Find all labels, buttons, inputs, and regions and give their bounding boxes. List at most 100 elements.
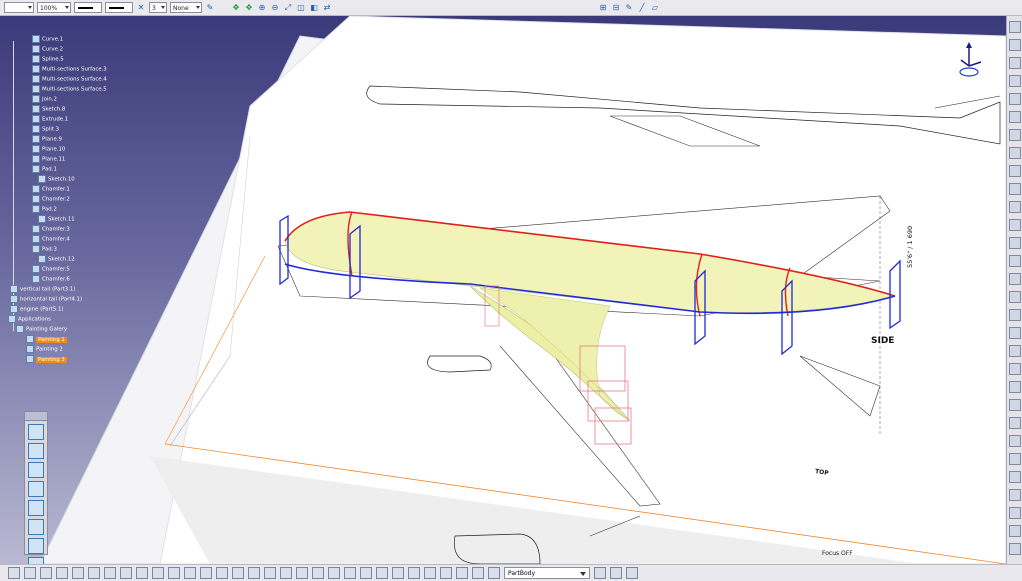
open-icon[interactable] xyxy=(24,567,36,579)
line-width-combo[interactable] xyxy=(4,2,34,13)
pan-icon[interactable] xyxy=(248,567,260,579)
paste-icon[interactable] xyxy=(104,567,116,579)
iso-view-icon[interactable] xyxy=(344,567,356,579)
bottom-view-icon[interactable] xyxy=(28,538,44,554)
named-views-icon[interactable] xyxy=(28,557,44,564)
rotate-icon[interactable] xyxy=(264,567,276,579)
paint-icon[interactable]: ✎ xyxy=(205,3,215,13)
tree-item-vertical-tail[interactable]: vertical tail (Part3.1) xyxy=(10,285,75,293)
multi-view-icon[interactable] xyxy=(328,567,340,579)
apply-material-icon[interactable] xyxy=(1009,417,1021,429)
tree-item-chamfer2[interactable]: Chamfer.2 xyxy=(32,195,70,203)
tree-item-mss3[interactable]: Multi-sections Surface.3 xyxy=(32,65,107,73)
pad-icon[interactable] xyxy=(1009,129,1021,141)
catalog-icon[interactable] xyxy=(408,567,420,579)
tree-item-pad3[interactable]: Pad.3 xyxy=(32,245,57,253)
shell-icon[interactable] xyxy=(1009,327,1021,339)
zoom-combo[interactable]: 100% xyxy=(37,2,71,13)
tree-item-curve1[interactable]: Curve.1 xyxy=(32,35,63,43)
tree-item-painting-galery[interactable]: Painting Galery xyxy=(16,325,67,333)
hide-show-icon[interactable]: ◧ xyxy=(309,3,319,13)
cut-icon[interactable] xyxy=(72,567,84,579)
line-icon[interactable]: ╱ xyxy=(637,3,647,13)
tree-item-sketch8[interactable]: Sketch.8 xyxy=(32,105,65,113)
tree-item-painting3[interactable]: Painting 3 xyxy=(26,355,67,363)
tree-item-chamfer1[interactable]: Chamfer.1 xyxy=(32,185,70,193)
layer-combo[interactable]: None xyxy=(170,2,202,13)
loft-icon[interactable] xyxy=(1009,219,1021,231)
thickness-icon[interactable] xyxy=(1009,345,1021,357)
tree-item-plane10[interactable]: Plane.10 xyxy=(32,145,65,153)
tree-item-applications[interactable]: Applications xyxy=(8,315,51,323)
tree-item-extrude1[interactable]: Extrude.1 xyxy=(32,115,68,123)
sketcher-icon[interactable] xyxy=(200,567,212,579)
tree-item-painting1[interactable]: Painting 1 xyxy=(26,335,67,343)
tree-item-split3[interactable]: Split.3 xyxy=(32,125,59,133)
line-type-combo[interactable] xyxy=(74,2,102,13)
sketch-icon[interactable] xyxy=(1009,21,1021,33)
pen-icon[interactable]: ✎ xyxy=(624,3,634,13)
comment-icon[interactable] xyxy=(184,567,196,579)
tree-item-pad1[interactable]: Pad.1 xyxy=(32,165,57,173)
copy-icon[interactable] xyxy=(88,567,100,579)
curve-icon[interactable] xyxy=(1009,93,1021,105)
mirror-icon[interactable] xyxy=(1009,363,1021,375)
analysis-icon[interactable] xyxy=(1009,453,1021,465)
zoom-in-icon[interactable] xyxy=(280,567,292,579)
left-view-icon[interactable] xyxy=(28,481,44,497)
shading-icon[interactable] xyxy=(360,567,372,579)
select-icon[interactable] xyxy=(488,567,500,579)
line-icon[interactable] xyxy=(1009,57,1021,69)
swap-visible-icon[interactable] xyxy=(392,567,404,579)
boolean-icon[interactable] xyxy=(610,567,622,579)
iso-view-icon[interactable] xyxy=(28,424,44,440)
3d-viewport[interactable]: SIDE TOP 55'6" / 1 690 Curve.1 Curve.2 S… xyxy=(0,16,1006,564)
join-icon[interactable] xyxy=(1009,237,1021,249)
parallelogram-icon[interactable]: ▱ xyxy=(650,3,660,13)
help-icon[interactable] xyxy=(152,567,164,579)
more-icon[interactable] xyxy=(1009,543,1021,555)
print-icon[interactable] xyxy=(56,567,68,579)
split-icon[interactable] xyxy=(1009,255,1021,267)
zoom-in-icon[interactable]: ⊕ xyxy=(257,3,267,13)
front-view-icon[interactable] xyxy=(28,443,44,459)
revolve-icon[interactable] xyxy=(1009,183,1021,195)
tree-item-plane9[interactable]: Plane.9 xyxy=(32,135,62,143)
zoom-out-icon[interactable] xyxy=(296,567,308,579)
tree-item-chamfer5[interactable]: Chamfer.5 xyxy=(32,265,70,273)
tree-item-mss4[interactable]: Multi-sections Surface.4 xyxy=(32,75,107,83)
view-icon[interactable]: ◫ xyxy=(296,3,306,13)
layer-count-combo[interactable]: 3 xyxy=(149,2,167,13)
compass-toggle-icon[interactable] xyxy=(1009,489,1021,501)
analysis-icon[interactable]: ⊟ xyxy=(611,3,621,13)
render-icon[interactable] xyxy=(1009,435,1021,447)
fillet-icon[interactable] xyxy=(1009,291,1021,303)
measure-icon[interactable] xyxy=(1009,399,1021,411)
tree-item-pad2[interactable]: Pad.2 xyxy=(32,205,57,213)
settings-icon[interactable] xyxy=(1009,507,1021,519)
fit-all-icon[interactable] xyxy=(232,567,244,579)
zoom-out-icon[interactable]: ⊖ xyxy=(270,3,280,13)
analysis-icon[interactable] xyxy=(424,567,436,579)
right-view-icon[interactable] xyxy=(28,500,44,516)
update-icon[interactable] xyxy=(626,567,638,579)
line-style-combo[interactable] xyxy=(105,2,133,13)
undo-icon[interactable] xyxy=(120,567,132,579)
spline-icon[interactable] xyxy=(1009,111,1021,123)
sweep-icon[interactable] xyxy=(1009,201,1021,213)
tree-item-horizontal-tail[interactable]: horizontal tail (Part4.1) xyxy=(10,295,82,303)
publish-icon[interactable] xyxy=(594,567,606,579)
save-icon[interactable] xyxy=(40,567,52,579)
tree-item-sketch11[interactable]: Sketch.11 xyxy=(38,215,75,223)
tree-item-chamfer6[interactable]: Chamfer.6 xyxy=(32,275,70,283)
tree-item-painting2[interactable]: Painting 2 xyxy=(26,345,63,353)
tools-icon[interactable] xyxy=(456,567,468,579)
point-icon[interactable] xyxy=(1009,39,1021,51)
hide-show-icon[interactable] xyxy=(376,567,388,579)
top-view-icon[interactable] xyxy=(28,519,44,535)
pattern-icon[interactable] xyxy=(1009,381,1021,393)
measure-icon[interactable]: ⊞ xyxy=(598,3,608,13)
tree-item-sketch12[interactable]: Sketch.12 xyxy=(38,255,75,263)
normal-view-icon[interactable]: ⤢ xyxy=(283,3,293,13)
update-icon[interactable] xyxy=(1009,471,1021,483)
